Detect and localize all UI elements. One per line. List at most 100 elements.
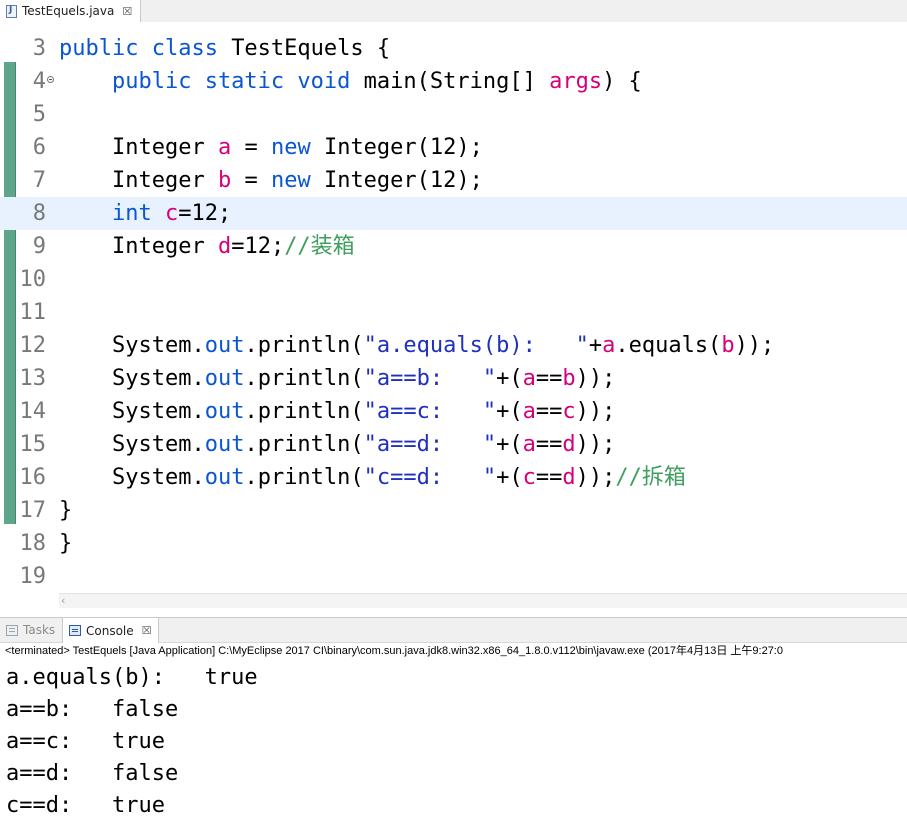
tasks-icon <box>6 624 18 636</box>
code-line[interactable]: 14 System.out.println("a==c: "+(a==c)); <box>0 395 907 428</box>
line-number: 6 <box>32 135 46 160</box>
tab-console[interactable]: Console ☒ <box>62 618 159 643</box>
editor-tab-testequels[interactable]: TestEquels.java ☒ <box>0 0 142 22</box>
code-token: +( <box>496 399 523 424</box>
scroll-left-icon[interactable]: ‹ <box>61 594 65 608</box>
code-token: d <box>217 234 232 259</box>
code-token: new <box>270 168 311 193</box>
code-token: ) { <box>602 69 642 94</box>
code-text: } <box>59 494 72 527</box>
code-token: public static void <box>59 69 364 94</box>
code-line[interactable]: 16 System.out.println("c==d: "+(c==d));/… <box>0 461 907 494</box>
code-token: )); <box>575 465 616 490</box>
code-line[interactable]: 19 <box>0 560 907 593</box>
code-token: System. <box>59 432 205 457</box>
code-line[interactable]: 12 System.out.println("a.equals(b): "+a.… <box>0 329 907 362</box>
code-token: a <box>522 399 536 424</box>
code-token: +( <box>496 432 523 457</box>
code-token: Integer(12); <box>310 168 483 193</box>
horizontal-scrollbar[interactable]: ‹ <box>59 593 907 608</box>
line-number: 7 <box>32 168 46 193</box>
line-number: 18 <box>19 531 47 556</box>
code-token: c <box>164 201 179 226</box>
code-line[interactable]: 15 System.out.println("a==d: "+(a==d)); <box>0 428 907 461</box>
code-token: + <box>588 333 603 358</box>
code-token: out <box>204 399 245 424</box>
line-number: 12 <box>19 333 47 358</box>
editor-tab-label: TestEquels.java <box>22 4 115 18</box>
console-output-line: a==c: true <box>6 729 165 754</box>
line-number: 19 <box>19 564 47 589</box>
code-token: args <box>549 69 603 94</box>
code-line[interactable]: 9 Integer d=12;//装箱 <box>0 230 907 263</box>
console-output-line: a.equals(b): true <box>6 665 258 690</box>
code-token: int <box>111 201 152 226</box>
fold-toggle-icon[interactable] <box>47 76 54 83</box>
code-line[interactable]: 5 <box>0 98 907 131</box>
close-icon[interactable]: ☒ <box>122 5 132 18</box>
code-token: out <box>204 333 245 358</box>
line-number: 16 <box>19 465 47 490</box>
line-number: 9 <box>32 234 46 259</box>
code-token: = <box>231 168 271 193</box>
code-text: System.out.println("a.equals(b): "+a.equ… <box>59 329 774 362</box>
code-token: = <box>231 135 271 160</box>
code-token: == <box>535 399 563 424</box>
editor-tab-bar: TestEquels.java ☒ <box>0 0 907 23</box>
tab-tasks-label: Tasks <box>23 623 56 637</box>
code-token: } <box>59 531 73 556</box>
code-token: .equals( <box>615 333 722 358</box>
code-token: System. <box>59 399 205 424</box>
code-line[interactable]: 11 <box>0 296 907 329</box>
code-token: +( <box>496 465 523 490</box>
code-token: main(String[] <box>363 69 550 94</box>
java-file-icon <box>6 4 17 18</box>
code-token: .println( <box>244 366 364 391</box>
code-line[interactable]: 13 System.out.println("a==b: "+(a==b)); <box>0 362 907 395</box>
code-text: public static void main(String[] args) { <box>59 65 642 98</box>
code-line[interactable]: 17} <box>0 494 907 527</box>
code-line[interactable]: 7 Integer b = new Integer(12); <box>0 164 907 197</box>
line-number: 8 <box>32 201 46 226</box>
code-token: "a==c: " <box>363 399 497 424</box>
code-token: out <box>204 432 245 457</box>
code-editor[interactable]: 3 public class TestEquels {4 public stati… <box>0 22 907 592</box>
code-text: int c=12; <box>59 197 231 230</box>
code-line[interactable]: 4 public static void main(String[] args)… <box>0 65 907 98</box>
console-icon <box>69 625 81 636</box>
tab-tasks[interactable]: Tasks <box>0 618 61 642</box>
code-token: .println( <box>244 399 364 424</box>
code-token: a <box>522 366 536 391</box>
code-token: Integer <box>59 135 218 160</box>
code-token: System. <box>59 333 205 358</box>
code-token: )); <box>575 399 616 424</box>
console-output-line: a==d: false <box>6 761 179 786</box>
console-status-line: <terminated> TestEquels [Java Applicatio… <box>5 645 783 657</box>
close-icon[interactable]: ☒ <box>142 624 152 637</box>
code-token: "a.equals(b): " <box>363 333 589 358</box>
code-token: )); <box>575 432 616 457</box>
code-token: System. <box>59 366 205 391</box>
code-line[interactable]: 8 int c=12; <box>0 197 907 230</box>
tab-console-label: Console <box>86 623 134 638</box>
code-line[interactable]: 10 <box>0 263 907 296</box>
code-line[interactable]: 3 public class TestEquels { <box>0 32 907 65</box>
code-token: .println( <box>244 432 364 457</box>
code-token: d <box>562 465 576 490</box>
code-token: } <box>59 498 73 523</box>
code-token: out <box>204 465 245 490</box>
code-token: out <box>204 366 245 391</box>
code-token: "c==d: " <box>363 465 497 490</box>
line-number: 15 <box>19 432 47 457</box>
code-line[interactable]: 6 Integer a = new Integer(12); <box>0 131 907 164</box>
code-token: +( <box>496 366 523 391</box>
code-token: =12; <box>231 234 285 259</box>
line-number: 5 <box>32 102 46 127</box>
code-token: //装箱 <box>284 234 355 259</box>
code-line[interactable]: 18} <box>0 527 907 560</box>
console-output-line: a==b: false <box>6 697 179 722</box>
line-number: 17 <box>19 498 47 523</box>
code-text: System.out.println("a==b: "+(a==b)); <box>59 362 615 395</box>
console-tab-bar: Tasks Console ☒ <box>0 617 907 643</box>
